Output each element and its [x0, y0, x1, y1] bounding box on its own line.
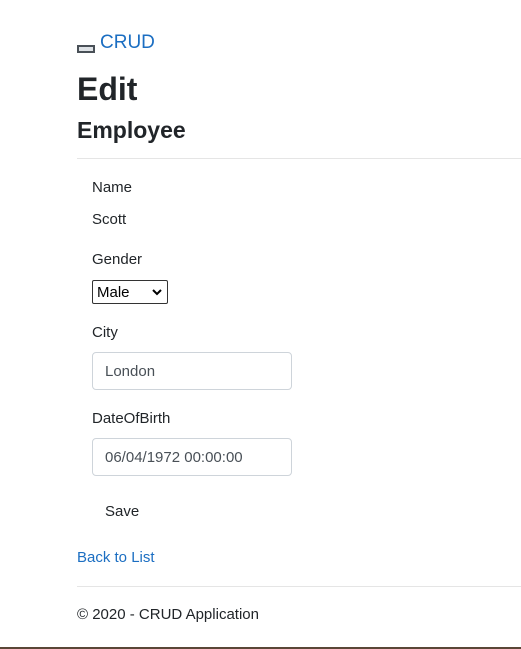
gender-select[interactable]: Male — [92, 280, 168, 304]
footer-text: © 2020 - CRUD Application — [77, 606, 259, 623]
city-input[interactable] — [92, 352, 292, 390]
name-label: Name — [92, 179, 133, 196]
page-title: Edit — [77, 71, 138, 107]
gender-label: Gender — [92, 251, 143, 268]
entity-title: Employee — [77, 117, 186, 143]
gender-selected-value: Male — [97, 283, 130, 301]
chevron-down-icon — [152, 289, 162, 296]
dob-label: DateOfBirth — [92, 410, 171, 427]
city-label: City — [92, 324, 118, 341]
brand-link[interactable]: CRUD — [77, 29, 155, 55]
name-value: Scott — [92, 211, 127, 228]
divider — [77, 158, 521, 159]
brand-text: CRUD — [100, 32, 155, 53]
dob-input[interactable] — [92, 438, 292, 476]
back-to-list-link[interactable]: Back to List — [77, 549, 155, 567]
save-button[interactable]: Save — [92, 498, 152, 526]
broken-image-icon — [77, 45, 95, 53]
footer-divider — [77, 586, 521, 587]
